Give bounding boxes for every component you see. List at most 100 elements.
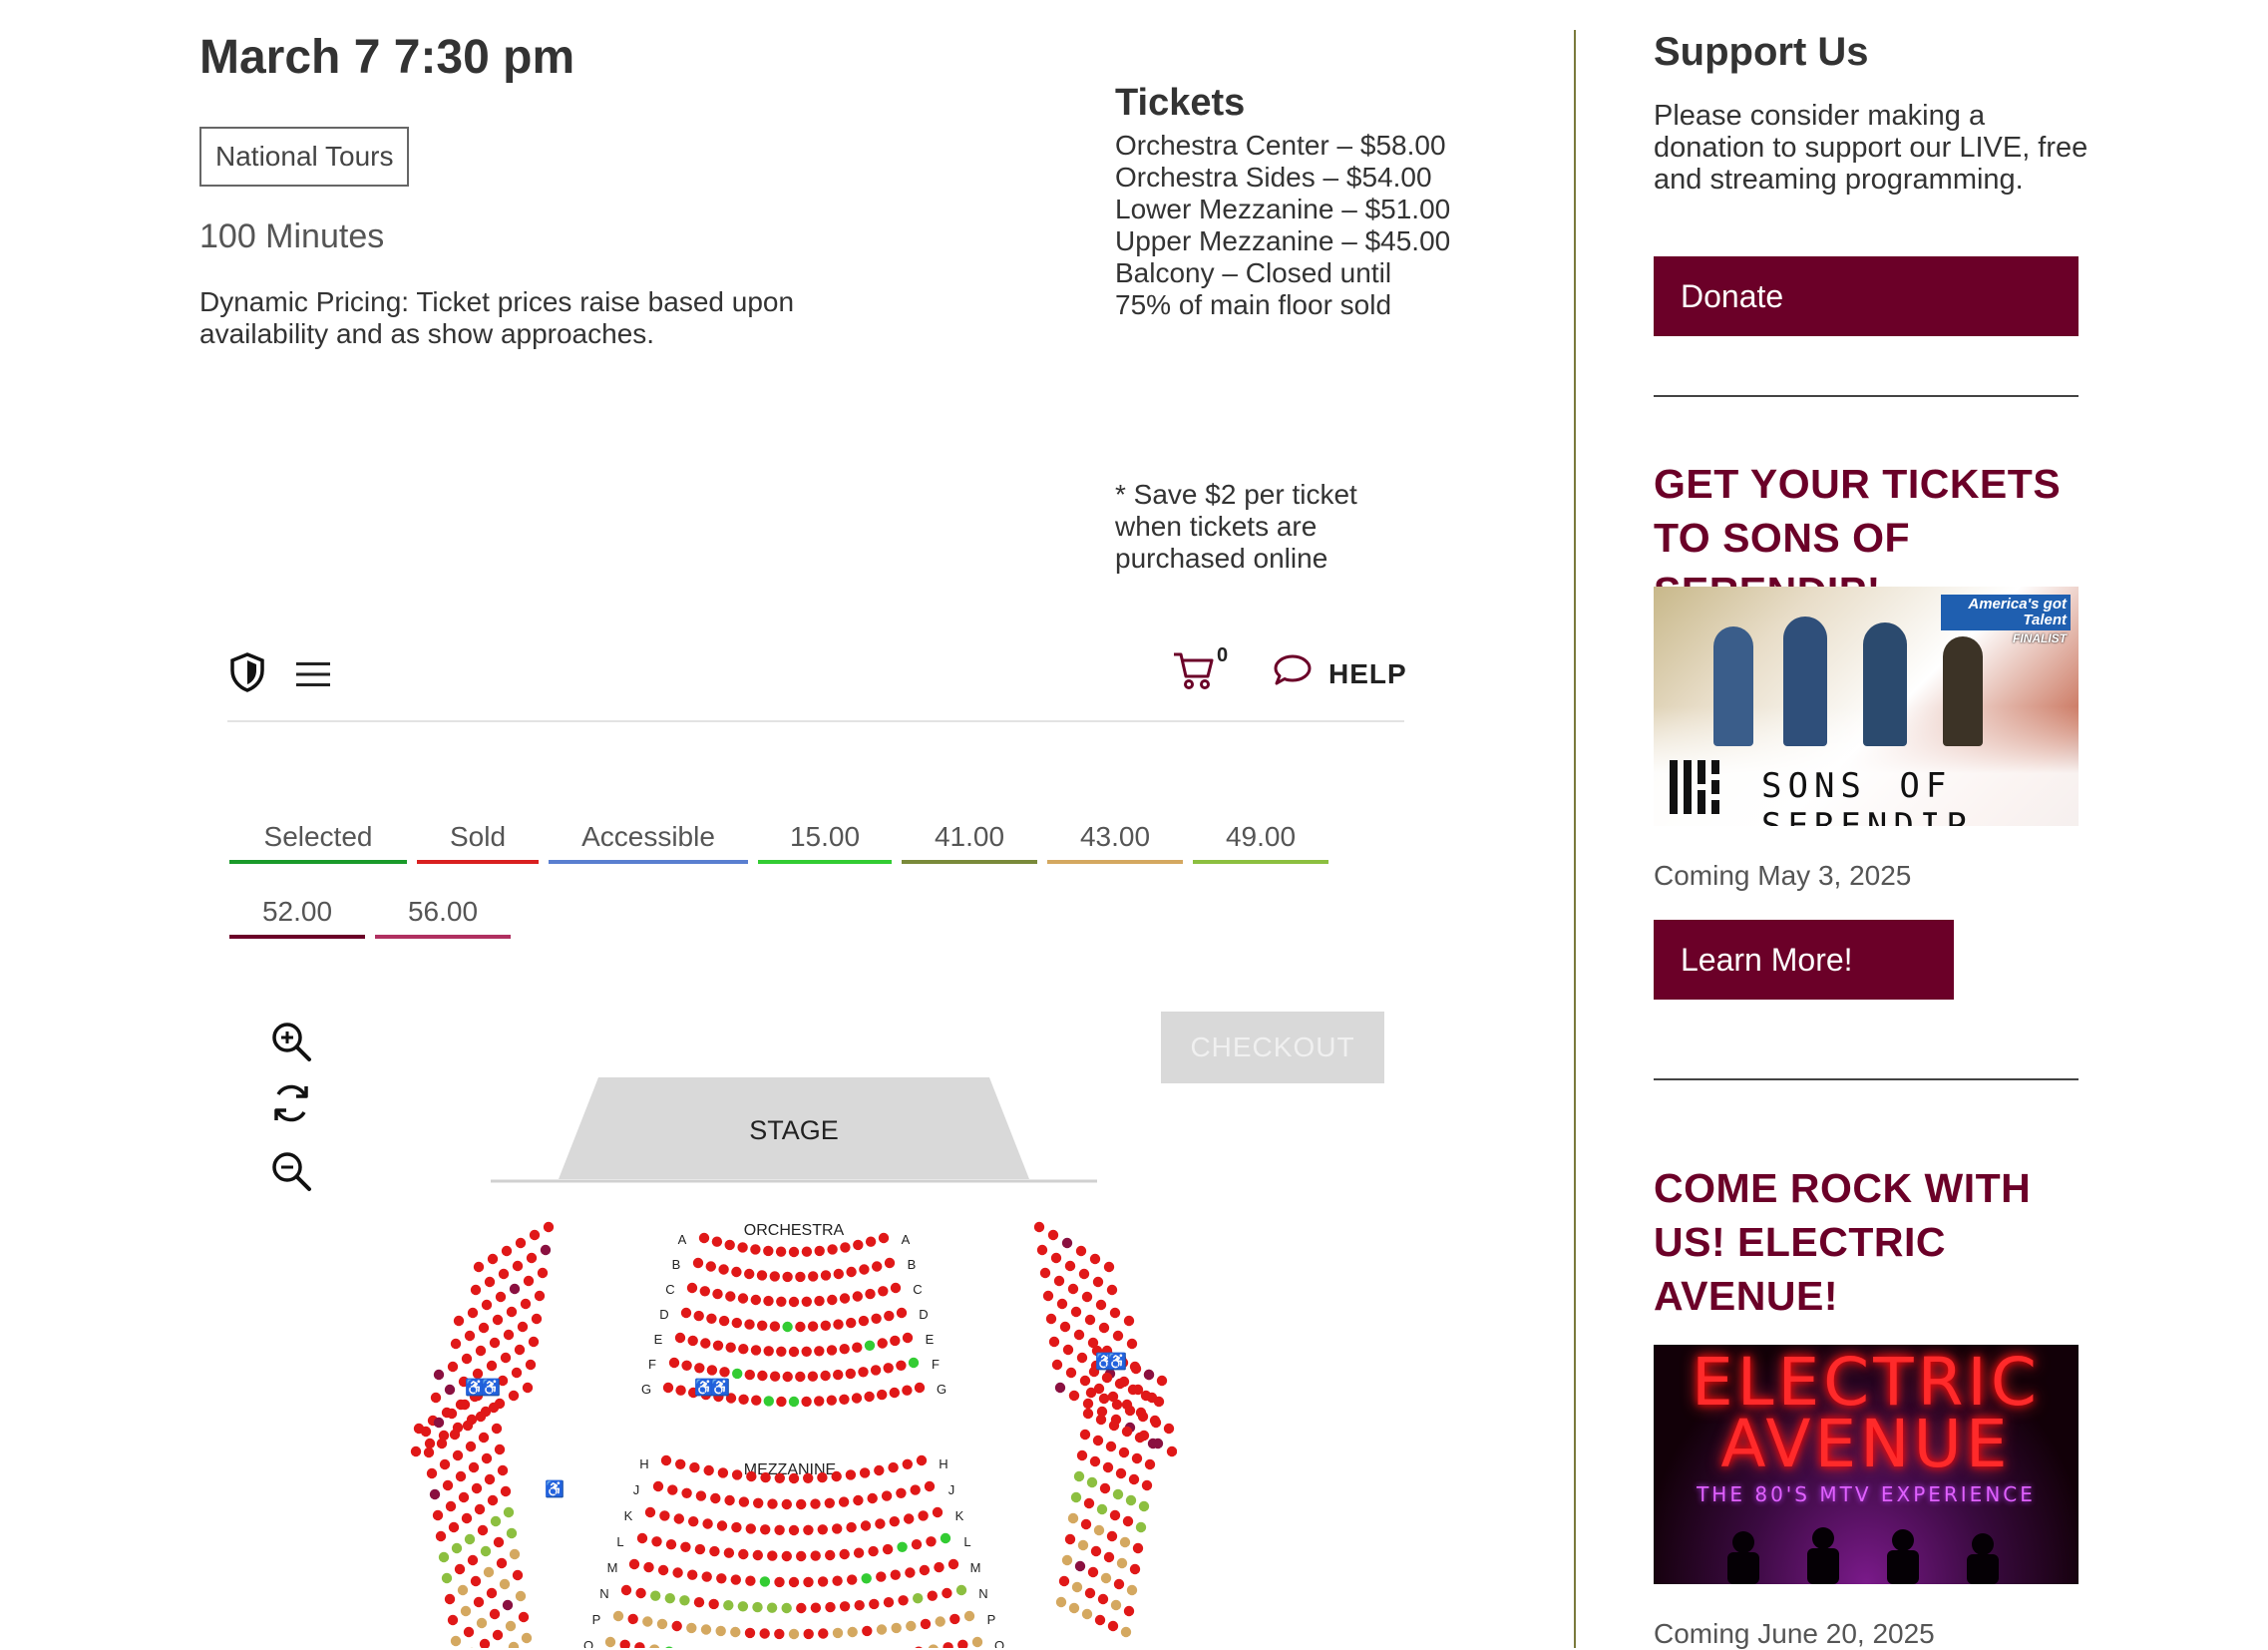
legend-selected[interactable]: Selected [229,814,407,864]
promo-image-electric-avenue[interactable]: ELECTRIC AVENUE THE 80'S MTV EXPERIENCE [1654,1345,2079,1584]
seat [872,1261,882,1271]
legend-sold[interactable]: Sold [417,814,539,864]
seat [890,1336,900,1346]
seat [430,1489,440,1499]
row-label: N [978,1586,987,1601]
row-label: Q [994,1638,1004,1648]
cart-icon[interactable] [1171,648,1217,692]
seat [495,1444,505,1454]
promo-image-sons-of-serendip[interactable]: America's got Talent FINALIST SONS OF SE… [1654,587,2079,826]
seat [1093,1277,1103,1287]
seat [516,1591,526,1601]
seat [803,1577,813,1587]
seat [605,1637,615,1647]
seat [1069,1391,1079,1401]
legend-accessible[interactable]: Accessible [549,814,748,864]
sons-logo-icon [1668,758,1727,816]
toolbar-divider [227,720,1404,722]
checkout-button[interactable]: CHECKOUT [1161,1012,1384,1083]
seat [936,1616,945,1626]
seat [1075,1561,1085,1571]
seat [472,1483,482,1493]
seat [717,1520,727,1530]
legend-price-52[interactable]: 52.00 [229,889,365,939]
seat [455,1564,465,1574]
legend-price-43[interactable]: 43.00 [1047,814,1183,864]
seat [716,1573,726,1583]
seat [776,1347,786,1357]
seat [868,1493,878,1503]
seat [789,1629,799,1639]
shield-icon[interactable] [227,650,267,694]
seat [875,1518,885,1528]
donate-button[interactable]: Donate [1654,256,2079,336]
help-link[interactable]: HELP [1328,658,1407,690]
seat [898,1595,908,1605]
seat [1065,1261,1075,1271]
seat [681,1361,691,1371]
seat [789,1297,799,1307]
seat [1125,1406,1135,1416]
legend-price-15[interactable]: 15.00 [758,814,892,864]
legend-price-56[interactable]: 56.00 [375,889,511,939]
seat [1086,1388,1096,1398]
seat [795,1372,805,1382]
seat [513,1261,523,1271]
seat [516,1238,526,1248]
category-tag[interactable]: National Tours [199,127,409,187]
column-divider [1574,30,1576,1648]
seat [482,1300,492,1310]
seat [760,1472,770,1482]
seat [1117,1558,1127,1568]
seat [474,1597,484,1607]
seat [860,1467,870,1477]
zoom-in-icon[interactable] [269,1020,313,1063]
seat [803,1525,813,1535]
seat [443,1480,453,1490]
seat [1034,1222,1044,1232]
seat [1085,1588,1095,1598]
seat [1136,1522,1146,1532]
legend-price-49[interactable]: 49.00 [1193,814,1328,864]
seat [917,1455,927,1465]
seat [760,1524,770,1534]
seat [883,1544,893,1554]
seat [789,1577,799,1587]
seat [1074,1330,1084,1340]
seat [874,1465,884,1475]
seat [620,1640,630,1648]
seat [821,1270,831,1280]
seat [861,1520,871,1530]
chat-icon[interactable] [1273,652,1313,688]
promo-heading[interactable]: COME ROCK WITH US! ELECTRIC AVENUE! [1654,1161,2073,1323]
zoom-out-icon[interactable] [269,1149,313,1193]
seat [891,1570,901,1580]
reset-icon[interactable] [269,1081,313,1125]
seat [840,1242,850,1252]
row-label: M [970,1560,981,1575]
seat [888,1462,898,1472]
menu-icon[interactable] [295,658,331,690]
seat [710,1493,720,1503]
seat [488,1495,498,1505]
seat [523,1383,533,1393]
seat [535,1291,545,1301]
seat [1123,1516,1133,1526]
seat-map[interactable]: STAGE ORCHESTRA MEZZANINE AABBCCDDEEFFGG… [399,1067,1177,1648]
seat [876,1571,886,1581]
seat [489,1403,499,1413]
legend-price-41[interactable]: 41.00 [902,814,1037,864]
tickets-list: Orchestra Center – $58.00 Orchestra Side… [1115,130,1454,321]
seat [753,1498,763,1508]
ticket-price-item: Upper Mezzanine – $45.00 [1115,225,1454,257]
seat [460,1400,470,1410]
seat [757,1270,767,1280]
seat [782,1603,792,1613]
seat [724,1495,734,1505]
seat [815,1246,825,1256]
seat [1129,1474,1139,1484]
row-label: L [963,1534,970,1549]
seat [846,1369,856,1379]
row-label: G [937,1382,946,1397]
learn-more-button[interactable]: Learn More! [1654,920,1954,1000]
